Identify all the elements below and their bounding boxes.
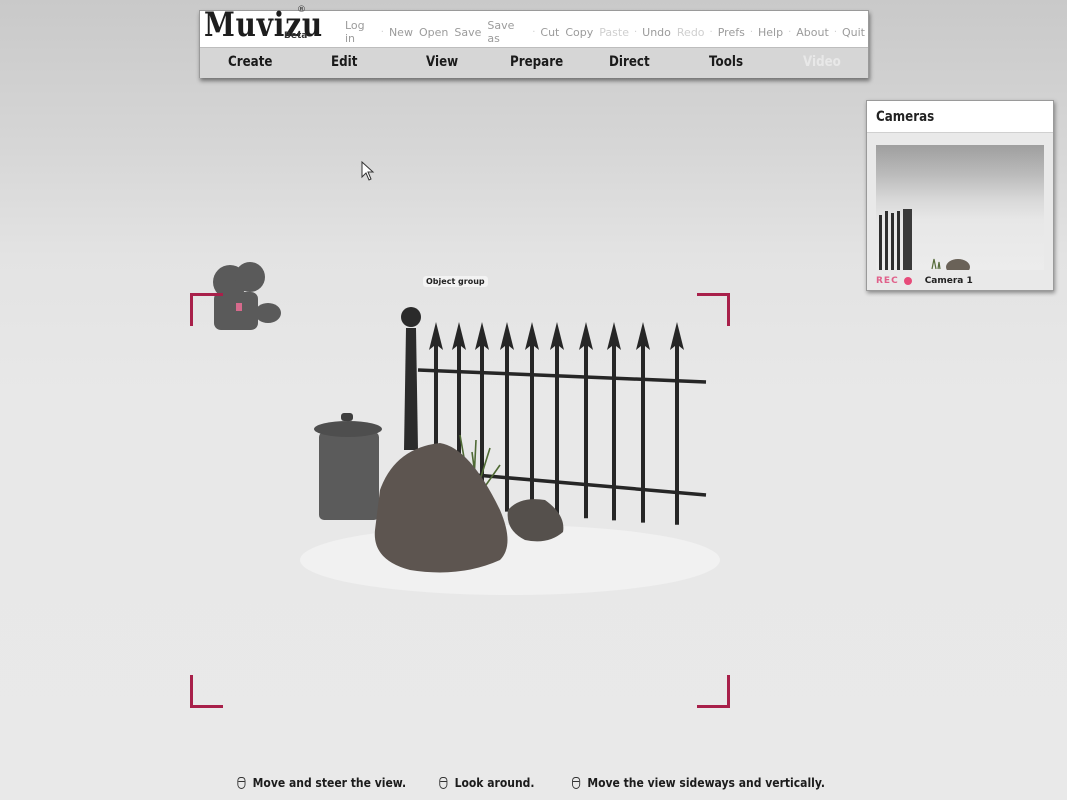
viewport-scene[interactable] xyxy=(0,0,1067,800)
fence-picket xyxy=(500,322,514,512)
middle-mouse-icon xyxy=(571,777,580,789)
camera-frame-corner-bottom-left xyxy=(190,675,223,708)
camera-frame-corner-bottom-right xyxy=(697,675,730,708)
fence-picket xyxy=(550,322,564,516)
right-mouse-icon xyxy=(439,777,448,789)
hint-text: Move the view sideways and vertically. xyxy=(586,776,825,790)
trash-can-object[interactable] xyxy=(314,413,382,520)
hint-text: Move and steer the view. xyxy=(252,776,407,790)
hint-move-steer: Move and steer the view. xyxy=(237,776,407,790)
left-mouse-icon xyxy=(237,777,246,789)
mouse-pointer-icon xyxy=(361,160,375,181)
ground-highlight xyxy=(300,525,720,595)
camera-frame-corner-top-left xyxy=(190,293,223,326)
large-rock-object[interactable] xyxy=(374,443,508,573)
hint-pan-view: Move the view sideways and vertically. xyxy=(571,776,825,790)
navigation-hint-bar: Move and steer the view. Look around. Mo… xyxy=(0,768,1067,798)
hint-text: Look around. xyxy=(454,776,535,790)
camera-frame-corner-top-right xyxy=(697,293,730,326)
camera-object-icon[interactable] xyxy=(213,262,281,330)
fence-picket xyxy=(636,322,650,523)
fence-picket xyxy=(525,322,539,514)
selected-object-label: Object group xyxy=(423,276,488,287)
fence-picket xyxy=(607,322,621,521)
hint-look-around: Look around. xyxy=(439,776,534,790)
fence-picket xyxy=(579,322,593,519)
